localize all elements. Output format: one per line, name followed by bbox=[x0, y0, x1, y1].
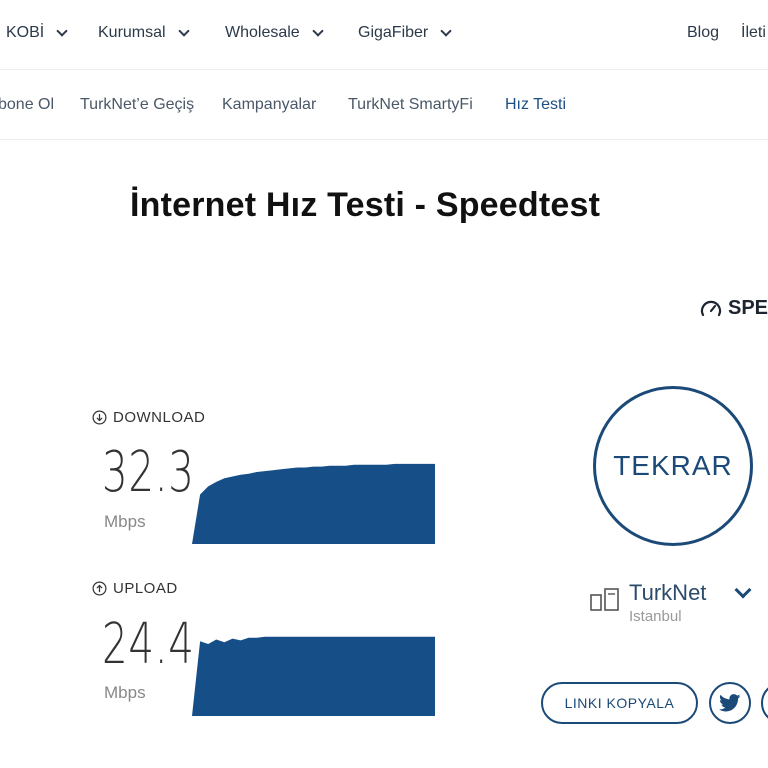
server-icon bbox=[590, 588, 619, 611]
chevron-down-icon bbox=[177, 24, 190, 37]
nav-item-contact[interactable]: İleti bbox=[741, 24, 766, 42]
upload-graph bbox=[192, 636, 435, 716]
nav-item-label: KOBİ bbox=[6, 24, 45, 41]
nav-item-kobi[interactable]: KOBİ bbox=[6, 24, 68, 42]
download-value: 32.3 bbox=[102, 440, 195, 505]
chevron-down-icon bbox=[440, 24, 452, 37]
upload-label: UPLOAD bbox=[113, 580, 178, 597]
download-label: DOWNLOAD bbox=[113, 409, 206, 426]
nav-item-label: GigaFiber bbox=[358, 24, 429, 41]
nav-item-label: Kurumsal bbox=[98, 24, 166, 41]
nav-item-label: Wholesale bbox=[225, 24, 300, 41]
chevron-down-icon bbox=[312, 24, 324, 37]
upload-value: 24.4 bbox=[102, 612, 195, 677]
subnav-item-abone-ol[interactable]: bone Ol bbox=[0, 96, 54, 114]
twitter-share-button[interactable] bbox=[709, 682, 751, 724]
retest-button[interactable]: TEKRAR bbox=[593, 386, 753, 546]
upload-icon bbox=[92, 581, 107, 596]
nav-item-gigafiber[interactable]: GigaFiber bbox=[358, 24, 452, 42]
provider-name: TurkNet bbox=[629, 580, 707, 605]
download-unit: Mbps bbox=[104, 512, 146, 531]
gauge-icon bbox=[700, 300, 722, 316]
subnav-item-turknete-gecis[interactable]: TurkNet’e Geçiş bbox=[80, 96, 194, 114]
chevron-down-icon bbox=[56, 24, 68, 37]
copy-link-button[interactable]: LINKI KOPYALA bbox=[541, 682, 698, 724]
subnav-item-kampanyalar[interactable]: Kampanyalar bbox=[222, 96, 316, 114]
upload-header: UPLOAD bbox=[92, 580, 178, 597]
download-graph bbox=[192, 463, 435, 544]
page-title: İnternet Hız Testi - Speedtest bbox=[130, 186, 601, 224]
nav-item-blog[interactable]: Blog bbox=[687, 24, 719, 42]
nav-item-wholesale[interactable]: Wholesale bbox=[225, 24, 324, 42]
download-header: DOWNLOAD bbox=[92, 409, 205, 426]
upload-unit: Mbps bbox=[104, 683, 146, 702]
download-icon bbox=[92, 410, 107, 425]
nav-item-kurumsal[interactable]: Kurumsal bbox=[98, 24, 190, 42]
upload-graph-area bbox=[192, 636, 435, 716]
subnav-item-hiz-testi[interactable]: Hız Testi bbox=[505, 96, 566, 114]
provider-location: Istanbul bbox=[629, 608, 682, 625]
twitter-icon bbox=[719, 694, 741, 712]
download-graph-area bbox=[192, 463, 435, 544]
share-button[interactable] bbox=[761, 682, 768, 724]
subnav-item-smartyfi[interactable]: TurkNet SmartyFi bbox=[348, 96, 473, 114]
top-nav: KOBİ Kurumsal Wholesale GigaFiber Blog İ… bbox=[0, 0, 768, 70]
sub-nav: bone Ol TurkNet’e Geçiş Kampanyalar Turk… bbox=[0, 70, 768, 140]
speedtest-label: SPE bbox=[728, 297, 768, 319]
chevron-down-icon[interactable] bbox=[734, 581, 752, 599]
speedtest-logo: SPE bbox=[700, 297, 768, 320]
